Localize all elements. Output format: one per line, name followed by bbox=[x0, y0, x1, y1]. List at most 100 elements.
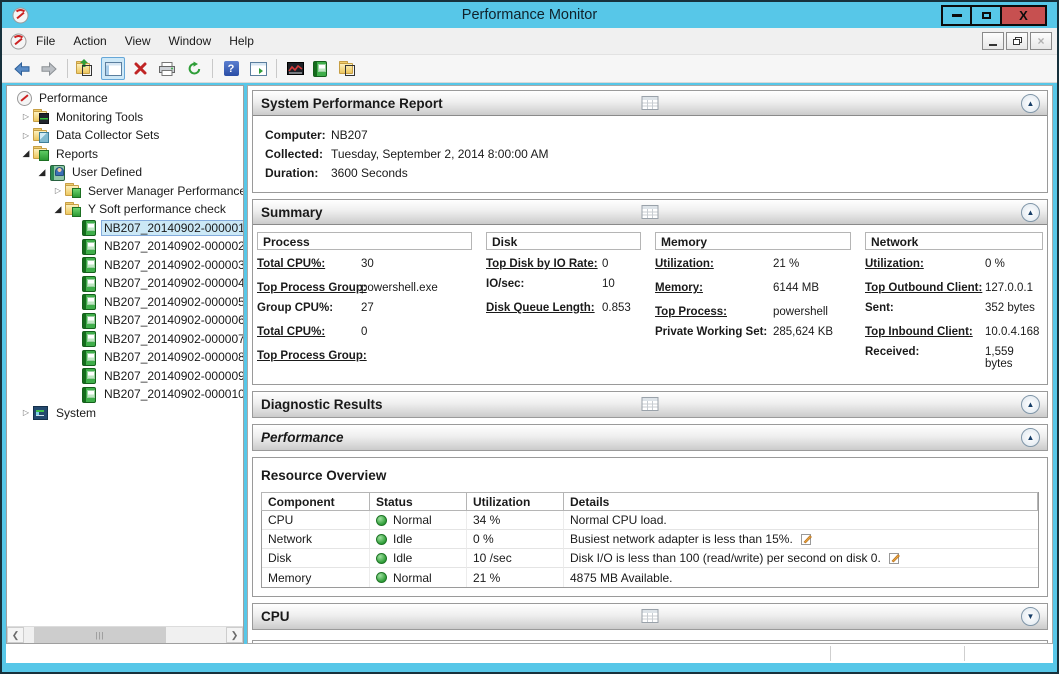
tree-item-reports[interactable]: ◢ Reports bbox=[7, 145, 243, 164]
minimize-button[interactable] bbox=[941, 5, 971, 26]
note-icon[interactable] bbox=[801, 534, 812, 545]
collapse-section-button[interactable]: ▲ bbox=[1021, 203, 1040, 222]
tree-item-report-000009[interactable]: NB207_20140902-000009 bbox=[7, 367, 243, 386]
summary-link-label[interactable]: Top Inbound Client: bbox=[865, 326, 985, 338]
performance-chart-button[interactable] bbox=[283, 57, 307, 80]
section-title: Diagnostic Results bbox=[261, 397, 383, 412]
summary-link-label[interactable]: Total CPU%: bbox=[257, 326, 361, 338]
summary-link-label[interactable]: Disk Queue Length: bbox=[486, 302, 602, 314]
summary-link-label[interactable]: Memory: bbox=[655, 282, 773, 294]
menu-file[interactable]: File bbox=[27, 29, 64, 53]
summary-link-label[interactable]: Top Process Group: bbox=[257, 350, 361, 362]
child-close-button[interactable]: × bbox=[1030, 32, 1052, 50]
scrollbar-thumb[interactable]: ||| bbox=[34, 627, 166, 643]
log-button[interactable] bbox=[310, 57, 334, 80]
column-header: Disk bbox=[486, 232, 641, 250]
show-console-tree-icon bbox=[105, 62, 122, 76]
table-view-icon[interactable] bbox=[642, 397, 659, 411]
resource-overview-title: Resource Overview bbox=[261, 468, 1039, 483]
scroll-right-button[interactable]: ❯ bbox=[226, 627, 243, 643]
column-header-details: Details bbox=[563, 492, 1038, 511]
summary-value: 0 bbox=[361, 326, 472, 338]
expand-collapsed-icon[interactable]: ▷ bbox=[19, 112, 33, 121]
status-ok-icon bbox=[376, 572, 387, 583]
expand-expanded-icon[interactable]: ◢ bbox=[35, 167, 49, 178]
print-button[interactable] bbox=[155, 57, 179, 80]
forward-icon bbox=[41, 62, 57, 76]
tree-item-server-manager-performance[interactable]: ▷ Server Manager Performance bbox=[7, 182, 243, 201]
section-header[interactable]: CPU ▼ bbox=[253, 604, 1047, 629]
tree-item-report-000004[interactable]: NB207_20140902-000004 bbox=[7, 274, 243, 293]
tree-item-report-000006[interactable]: NB207_20140902-000006 bbox=[7, 311, 243, 330]
delete-button[interactable] bbox=[128, 57, 152, 80]
summary-link-label[interactable]: Top Outbound Client: bbox=[865, 282, 985, 294]
child-minimize-button[interactable] bbox=[982, 32, 1004, 50]
expand-expanded-icon[interactable]: ◢ bbox=[19, 148, 33, 159]
forward-button[interactable] bbox=[37, 57, 61, 80]
menu-action[interactable]: Action bbox=[64, 29, 115, 53]
scroll-left-button[interactable]: ❮ bbox=[7, 627, 24, 643]
menu-help[interactable]: Help bbox=[220, 29, 263, 53]
summary-link-label[interactable]: Top Process Group: bbox=[257, 282, 361, 294]
expand-section-button[interactable]: ▼ bbox=[1021, 607, 1040, 626]
tree-item-label: Performance bbox=[39, 91, 108, 105]
help-button[interactable]: ? bbox=[219, 57, 243, 80]
tree-item-performance[interactable]: Performance bbox=[7, 89, 243, 108]
details-cell: 4875 MB Available. bbox=[564, 568, 1038, 587]
folder-button[interactable] bbox=[337, 57, 361, 80]
show-console-tree-button[interactable] bbox=[101, 57, 125, 80]
summary-value: 21 % bbox=[773, 258, 851, 270]
tree-item-system[interactable]: ▷ System bbox=[7, 404, 243, 423]
summary-value: 0 bbox=[602, 258, 641, 270]
column-header: Memory bbox=[655, 232, 851, 250]
tree-item-monitoring-tools[interactable]: ▷ Monitoring Tools bbox=[7, 108, 243, 127]
tree-item-report-000002[interactable]: NB207_20140902-000002 bbox=[7, 237, 243, 256]
maximize-button[interactable] bbox=[971, 5, 1001, 26]
table-view-icon[interactable] bbox=[642, 205, 659, 219]
tree-item-report-000007[interactable]: NB207_20140902-000007 bbox=[7, 330, 243, 349]
tree-item-label: NB207_20140902-000010 bbox=[104, 387, 244, 401]
tree-item-label: NB207_20140902-000004 bbox=[104, 276, 244, 290]
collapse-section-button[interactable]: ▲ bbox=[1021, 428, 1040, 447]
tree-item-report-000008[interactable]: NB207_20140902-000008 bbox=[7, 348, 243, 367]
show-action-pane-icon bbox=[250, 62, 267, 76]
summary-link-label[interactable]: Top Disk by IO Rate: bbox=[486, 258, 602, 270]
toolbar-separator bbox=[212, 59, 213, 78]
tree-item-user-defined[interactable]: ◢ User Defined bbox=[7, 163, 243, 182]
menu-view[interactable]: View bbox=[116, 29, 160, 53]
tree-item-report-000001[interactable]: NB207_20140902-000001 bbox=[7, 219, 243, 238]
tree-item-report-000003[interactable]: NB207_20140902-000003 bbox=[7, 256, 243, 275]
tree-horizontal-scrollbar[interactable]: ❮ ||| ❯ bbox=[7, 626, 243, 643]
section-header[interactable]: Diagnostic Results ▲ bbox=[253, 392, 1047, 417]
status-bar-divider bbox=[830, 646, 831, 661]
show-action-pane-button[interactable] bbox=[246, 57, 270, 80]
summary-link-label[interactable]: Top Process: bbox=[655, 306, 773, 318]
tree-item-data-collector-sets[interactable]: ▷ Data Collector Sets bbox=[7, 126, 243, 145]
section-header[interactable]: Performance ▲ bbox=[253, 425, 1047, 450]
table-view-icon[interactable] bbox=[642, 96, 659, 110]
expand-collapsed-icon[interactable]: ▷ bbox=[19, 131, 33, 140]
scrollbar-track[interactable]: ||| bbox=[24, 627, 226, 643]
section-header[interactable]: Summary ▲ bbox=[253, 200, 1047, 225]
collapse-section-button[interactable]: ▲ bbox=[1021, 94, 1040, 113]
summary-link-label[interactable]: Utilization: bbox=[655, 258, 773, 270]
tree-item-report-000005[interactable]: NB207_20140902-000005 bbox=[7, 293, 243, 312]
export-list-button[interactable] bbox=[74, 57, 98, 80]
section-header[interactable]: System Performance Report ▲ bbox=[253, 91, 1047, 116]
menu-window[interactable]: Window bbox=[160, 29, 221, 53]
expand-collapsed-icon[interactable]: ▷ bbox=[19, 408, 33, 417]
child-restore-button[interactable] bbox=[1006, 32, 1028, 50]
summary-link-label[interactable]: Utilization: bbox=[865, 258, 985, 270]
table-view-icon[interactable] bbox=[642, 609, 659, 623]
tree-item-ysoft-performance-check[interactable]: ◢ Y Soft performance check bbox=[7, 200, 243, 219]
note-icon[interactable] bbox=[889, 553, 900, 564]
report-book-icon bbox=[81, 387, 97, 402]
tree-item-report-000010[interactable]: NB207_20140902-000010 bbox=[7, 385, 243, 404]
expand-collapsed-icon[interactable]: ▷ bbox=[51, 186, 65, 195]
refresh-button[interactable] bbox=[182, 57, 206, 80]
expand-expanded-icon[interactable]: ◢ bbox=[51, 204, 65, 215]
collapse-section-button[interactable]: ▲ bbox=[1021, 395, 1040, 414]
back-button[interactable] bbox=[10, 57, 34, 80]
summary-link-label[interactable]: Total CPU%: bbox=[257, 258, 361, 270]
close-button[interactable]: X bbox=[1001, 5, 1047, 26]
